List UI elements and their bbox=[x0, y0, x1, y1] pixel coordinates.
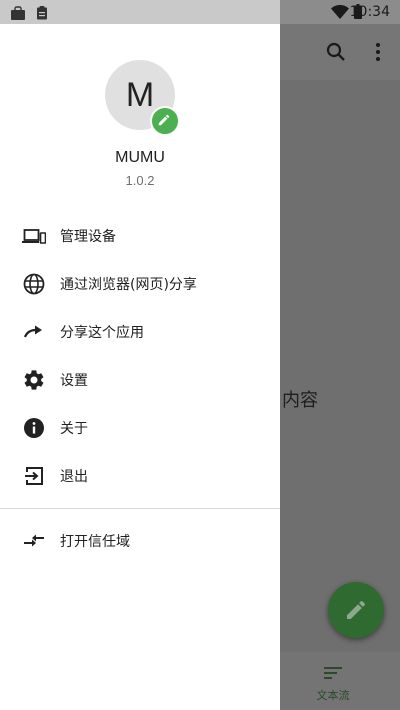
more-vert-icon[interactable] bbox=[366, 40, 390, 64]
notes-icon bbox=[324, 667, 342, 679]
search-icon[interactable] bbox=[324, 40, 348, 64]
menu-divider bbox=[0, 508, 280, 509]
compare-arrows-icon bbox=[22, 529, 46, 553]
clipboard-icon bbox=[36, 5, 48, 24]
menu-item-open-trust-domain[interactable]: 打开信任域 bbox=[0, 517, 280, 565]
globe-icon bbox=[22, 272, 46, 296]
compose-fab[interactable] bbox=[328, 582, 384, 638]
pencil-icon bbox=[347, 600, 365, 619]
menu-item-label: 分享这个应用 bbox=[60, 325, 144, 341]
info-icon bbox=[22, 416, 46, 440]
wifi-icon bbox=[331, 4, 349, 23]
tab-text-stream[interactable]: 文本流 bbox=[300, 652, 366, 710]
menu-item-label: 通过浏览器(网页)分享 bbox=[60, 277, 197, 293]
status-bar: 10:34 bbox=[0, 0, 400, 24]
clock: 10:34 bbox=[349, 4, 390, 20]
tab-label: 文本流 bbox=[316, 689, 350, 702]
pencil-icon bbox=[158, 114, 170, 126]
menu-item-label: 打开信任域 bbox=[60, 534, 130, 550]
menu-item-share-app[interactable]: 分享这个应用 bbox=[0, 308, 280, 356]
devices-icon bbox=[22, 224, 47, 248]
exit-icon bbox=[22, 464, 46, 488]
edit-profile-button[interactable] bbox=[150, 106, 180, 136]
menu-item-settings[interactable]: 设置 bbox=[0, 356, 280, 404]
menu-item-label: 关于 bbox=[60, 421, 88, 437]
menu-item-about[interactable]: 关于 bbox=[0, 404, 280, 452]
menu-item-label: 退出 bbox=[60, 469, 88, 485]
user-name: MUMU bbox=[115, 149, 165, 166]
menu-item-label: 设置 bbox=[60, 373, 88, 389]
bag-icon bbox=[10, 5, 26, 24]
menu-item-label: 管理设备 bbox=[60, 229, 116, 245]
gear-icon bbox=[22, 368, 46, 392]
menu-item-browser-share[interactable]: 通过浏览器(网页)分享 bbox=[0, 260, 280, 308]
share-arrow-icon bbox=[22, 320, 46, 344]
app-version: 1.0.2 bbox=[125, 173, 155, 188]
menu-item-manage-devices[interactable]: 管理设备 bbox=[0, 212, 280, 260]
navigation-drawer: M MUMU 1.0.2 管理设备 通过浏览器(网页)分享 分享这个应用 设置 … bbox=[0, 24, 280, 710]
content-placeholder-text: 内容 bbox=[282, 390, 318, 411]
menu-item-logout[interactable]: 退出 bbox=[0, 452, 280, 500]
